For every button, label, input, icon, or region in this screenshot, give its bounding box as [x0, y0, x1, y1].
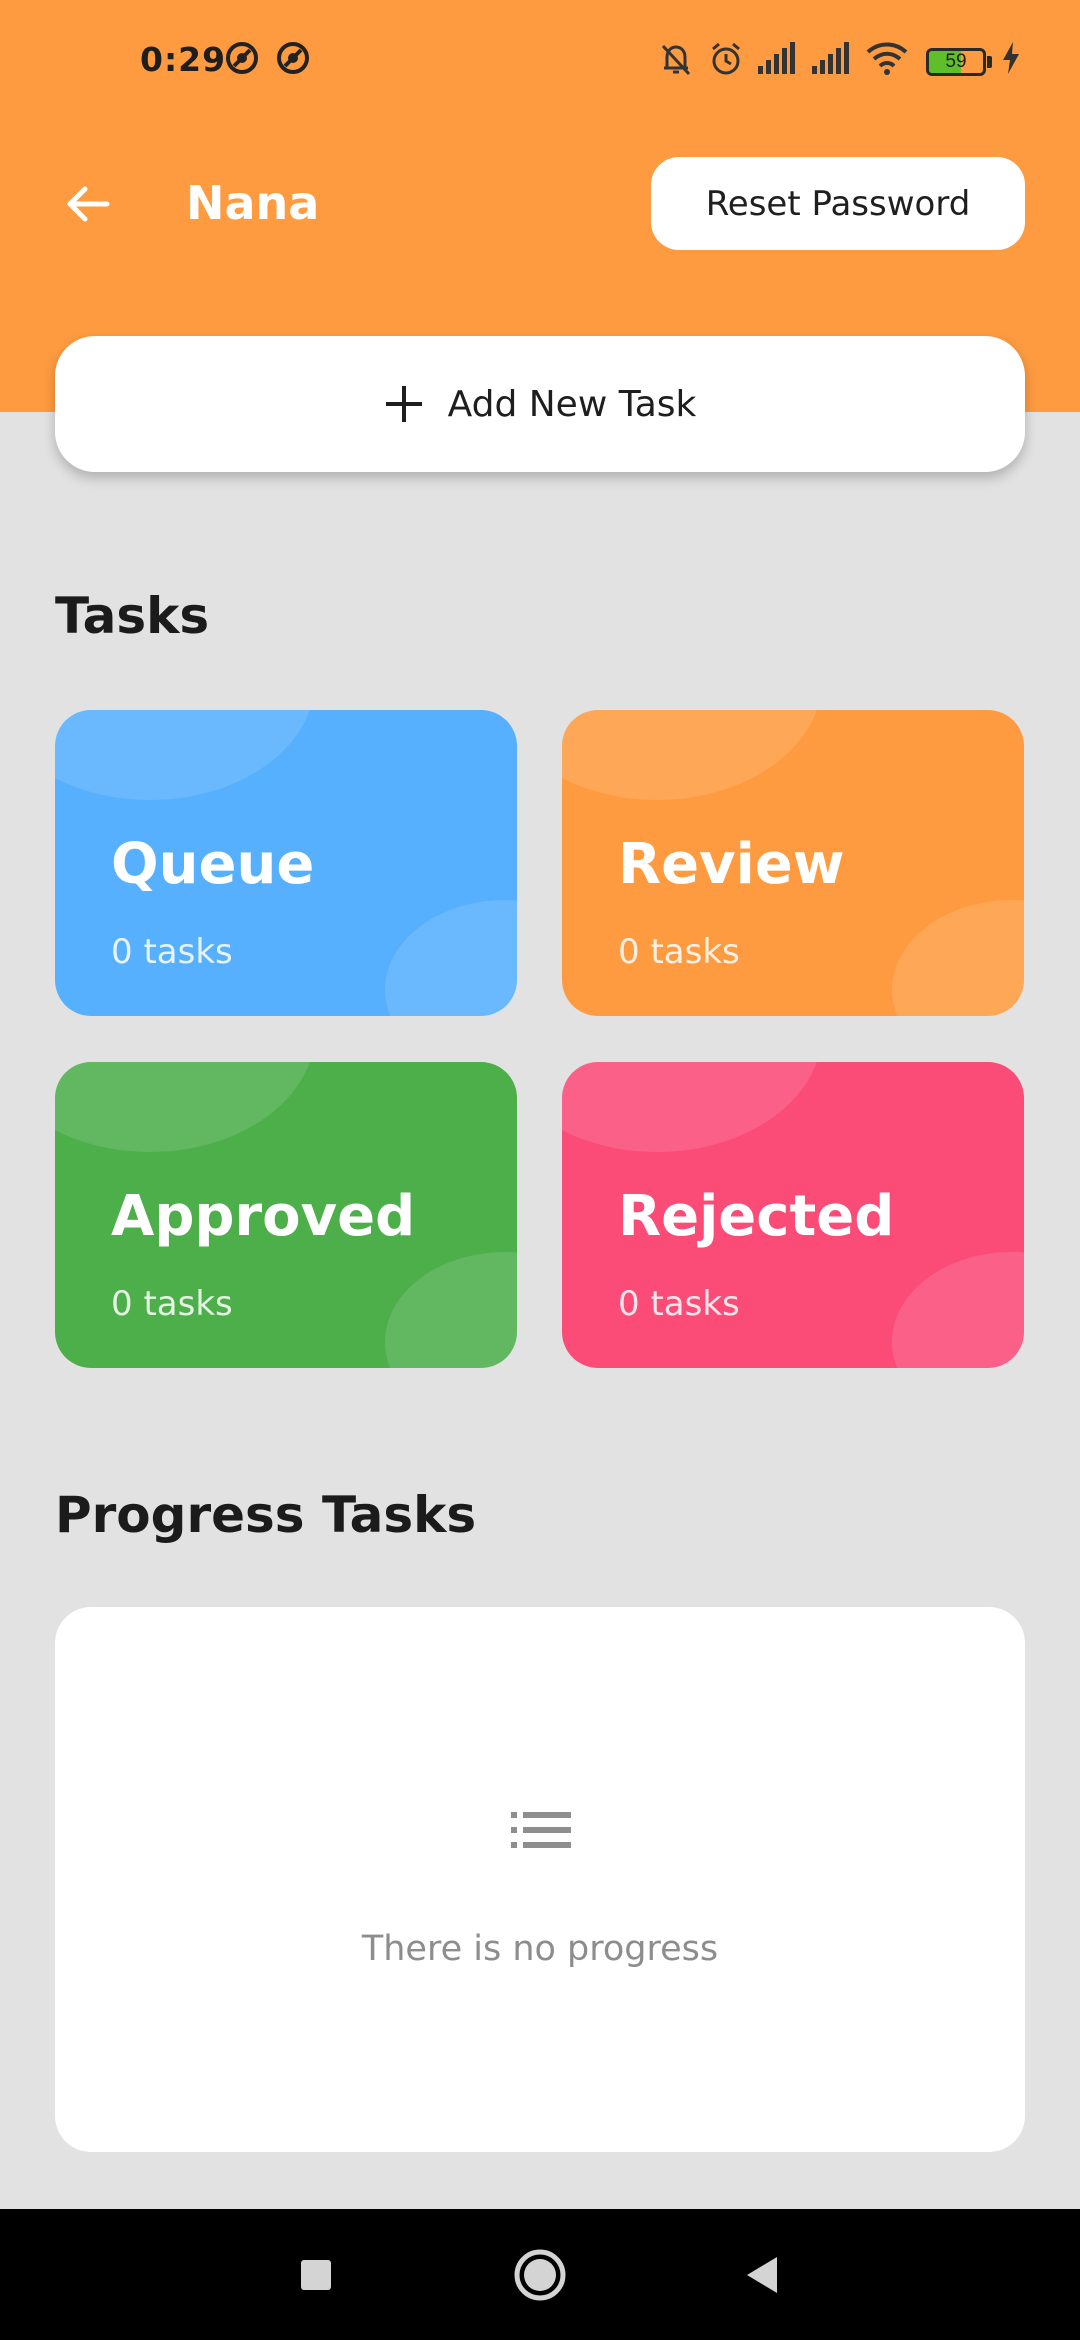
back-nav-button[interactable] [724, 2237, 800, 2313]
card-decoration [562, 1062, 822, 1152]
card-title: Queue [111, 832, 315, 897]
home-button[interactable] [502, 2237, 578, 2313]
task-card-queue[interactable]: Queue 0 tasks [55, 710, 517, 1016]
tasks-section-title: Tasks [55, 587, 210, 645]
progress-section-title: Progress Tasks [55, 1486, 477, 1544]
list-icon [511, 1812, 571, 1848]
signal-icon [756, 40, 798, 80]
wifi-icon [866, 40, 908, 80]
card-decoration [892, 900, 1024, 1016]
no-disturb-icon [224, 40, 260, 80]
add-new-task-button[interactable]: Add New Task [55, 336, 1025, 472]
signal-icon [810, 40, 852, 80]
alarm-icon [708, 40, 744, 82]
status-bar: 0:29 59 [0, 0, 1080, 124]
plus-icon [385, 386, 422, 422]
card-title: Rejected [618, 1184, 895, 1249]
arrow-left-icon [67, 186, 110, 222]
battery-level: 59 [945, 51, 967, 72]
task-card-rejected[interactable]: Rejected 0 tasks [562, 1062, 1024, 1368]
card-decoration [55, 1062, 315, 1152]
card-count: 0 tasks [111, 1284, 233, 1324]
card-decoration [892, 1252, 1024, 1368]
battery-nub [987, 56, 992, 68]
add-new-task-label: Add New Task [447, 383, 697, 425]
card-count: 0 tasks [618, 932, 740, 972]
system-nav-bar [0, 2209, 1080, 2340]
card-decoration [55, 710, 315, 800]
card-title: Approved [111, 1184, 416, 1249]
empty-progress-text: There is no progress [361, 1929, 719, 1969]
charging-icon [1000, 40, 1022, 80]
back-button[interactable] [52, 168, 124, 240]
back-icon [747, 2257, 777, 2293]
task-card-approved[interactable]: Approved 0 tasks [55, 1062, 517, 1368]
reset-password-button[interactable]: Reset Password [651, 157, 1025, 250]
bell-off-icon [658, 40, 694, 82]
page-title: Nana [186, 176, 320, 230]
no-disturb-icon [275, 40, 311, 80]
card-decoration [385, 900, 517, 1016]
card-count: 0 tasks [111, 932, 233, 972]
task-card-review[interactable]: Review 0 tasks [562, 710, 1024, 1016]
card-decoration [562, 710, 822, 800]
recents-icon [301, 2260, 331, 2290]
status-time: 0:29 [140, 40, 227, 79]
card-decoration [385, 1252, 517, 1368]
battery-icon: 59 [926, 48, 986, 76]
card-title: Review [618, 832, 845, 897]
recents-button[interactable] [278, 2237, 354, 2313]
card-count: 0 tasks [618, 1284, 740, 1324]
home-icon [514, 2249, 566, 2301]
progress-tasks-panel: There is no progress [55, 1607, 1025, 2152]
